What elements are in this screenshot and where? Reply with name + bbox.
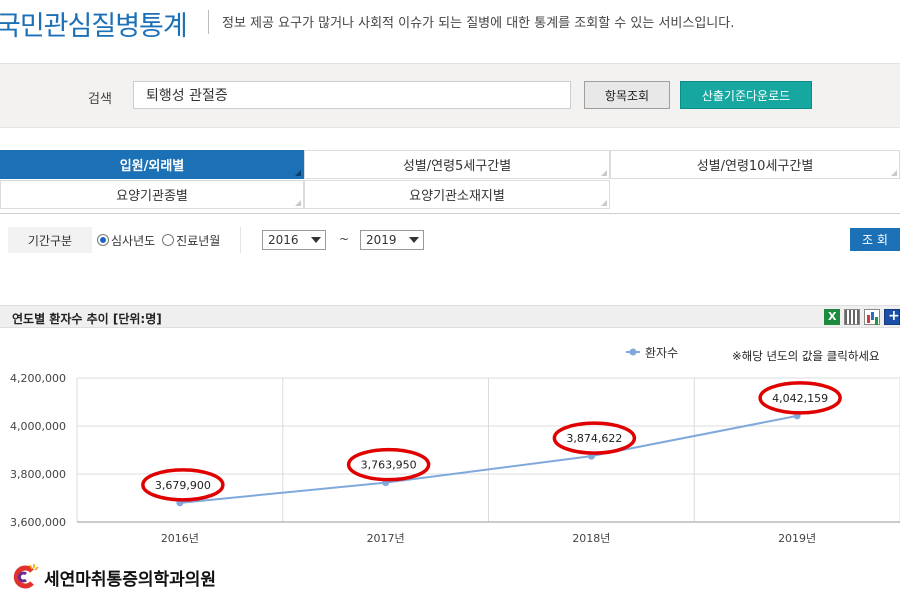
period-type-label: 기간구분 — [8, 227, 92, 253]
site-title[interactable]: 국민관심질병통계 — [0, 4, 188, 43]
chart-legend: 환자수 — [626, 346, 678, 360]
data-labels: 3,679,900 3,763,950 3,874,622 4,042,159 — [141, 381, 842, 502]
criteria-download-button[interactable]: 산출기준다운로드 — [680, 81, 812, 109]
tab-bar: 입원/외래별 성별/연령5세구간별 성별/연령10세구간별 요양기관종별 요양기… — [0, 150, 900, 212]
excel-icon[interactable] — [824, 309, 840, 325]
lookup-button[interactable]: 항목조회 — [584, 81, 670, 109]
review-year-radio[interactable] — [97, 234, 109, 246]
treatment-month-label[interactable]: 진료년월 — [176, 232, 220, 249]
search-area: 검색 항목조회 산출기준다운로드 — [0, 63, 900, 128]
bar-chart-icon[interactable] — [864, 309, 880, 325]
tab-label: 요양기관소재지별 — [409, 189, 505, 204]
filter-row: 기간구분 심사년도 진료년월 2016 ~ 2019 조 회 — [0, 227, 900, 253]
to-year-value: 2019 — [366, 233, 397, 247]
y-tick-label: 4,000,000 — [10, 420, 66, 433]
chart-panel-title: 연도별 환자수 추이 [단위:명] — [12, 312, 162, 326]
tab-sex-age5[interactable]: 성별/연령5세구간별 — [304, 150, 610, 179]
data-label[interactable]: 3,679,900 — [155, 479, 211, 492]
page-header: 국민관심질병통계 정보 제공 요구가 많거나 사회적 이슈가 되는 질병에 대한… — [0, 0, 900, 60]
chevron-down-icon — [409, 237, 419, 243]
data-label[interactable]: 3,763,950 — [361, 459, 417, 472]
logo-mark-icon — [10, 562, 40, 592]
period-radio-group: 심사년도 진료년월 — [94, 227, 224, 253]
review-year-label[interactable]: 심사년도 — [111, 232, 155, 249]
from-year-select[interactable]: 2016 — [262, 230, 326, 250]
search-input[interactable] — [133, 81, 571, 109]
legend-label: 환자수 — [645, 346, 678, 360]
tab-label: 요양기관종별 — [116, 189, 188, 204]
x-tick-label: 2018년 — [572, 532, 610, 545]
y-tick-label: 3,800,000 — [10, 468, 66, 481]
x-tick-label: 2016년 — [161, 532, 199, 545]
tabs-divider — [0, 213, 900, 214]
plus-icon[interactable] — [884, 308, 900, 325]
chart-toolbar — [824, 308, 900, 325]
search-label: 검색 — [88, 92, 112, 107]
site-description: 정보 제공 요구가 많거나 사회적 이슈가 되는 질병에 대한 통계를 조회할 … — [222, 16, 735, 31]
tab-sex-age10[interactable]: 성별/연령10세구간별 — [610, 150, 900, 179]
legend-marker — [629, 348, 637, 356]
to-year-select[interactable]: 2019 — [360, 230, 424, 250]
tab-institution-location[interactable]: 요양기관소재지별 — [304, 180, 610, 209]
patient-trend-chart: 4,200,000 4,000,000 3,800,000 3,600,000 201… — [10, 346, 900, 545]
grid-icon[interactable] — [844, 309, 860, 325]
tab-label: 성별/연령5세구간별 — [402, 159, 512, 174]
clinic-logo: 세연마취통증의학과의원 — [10, 562, 216, 592]
filter-separator — [240, 227, 241, 253]
y-tick-label: 4,200,000 — [10, 372, 66, 385]
clinic-name: 세연마취통증의학과의원 — [44, 569, 217, 590]
range-tilde: ~ — [339, 232, 350, 246]
x-tick-label: 2017년 — [367, 532, 405, 545]
chart-note: ※해당 년도의 값을 클릭하세요 — [732, 349, 880, 363]
y-tick-label: 3,600,000 — [10, 516, 66, 529]
chart-panel-header: 연도별 환자수 추이 [단위:명] — [0, 305, 900, 328]
title-divider — [208, 10, 209, 34]
query-button[interactable]: 조 회 — [850, 228, 900, 251]
x-axis-ticks: 2016년 2017년 2018년 2019년 — [161, 532, 816, 545]
data-label[interactable]: 4,042,159 — [772, 392, 828, 405]
chevron-down-icon — [311, 237, 321, 243]
x-tick-label: 2019년 — [778, 532, 816, 545]
tab-inpatient-outpatient[interactable]: 입원/외래별 — [0, 150, 304, 179]
tab-label: 성별/연령10세구간별 — [696, 159, 814, 174]
treatment-month-radio[interactable] — [162, 234, 175, 246]
from-year-value: 2016 — [268, 233, 299, 247]
y-axis-ticks: 4,200,000 4,000,000 3,800,000 3,600,000 — [10, 372, 66, 529]
data-label[interactable]: 3,874,622 — [566, 432, 622, 445]
tab-label: 입원/외래별 — [119, 159, 185, 174]
tab-institution-type[interactable]: 요양기관종별 — [0, 180, 304, 209]
